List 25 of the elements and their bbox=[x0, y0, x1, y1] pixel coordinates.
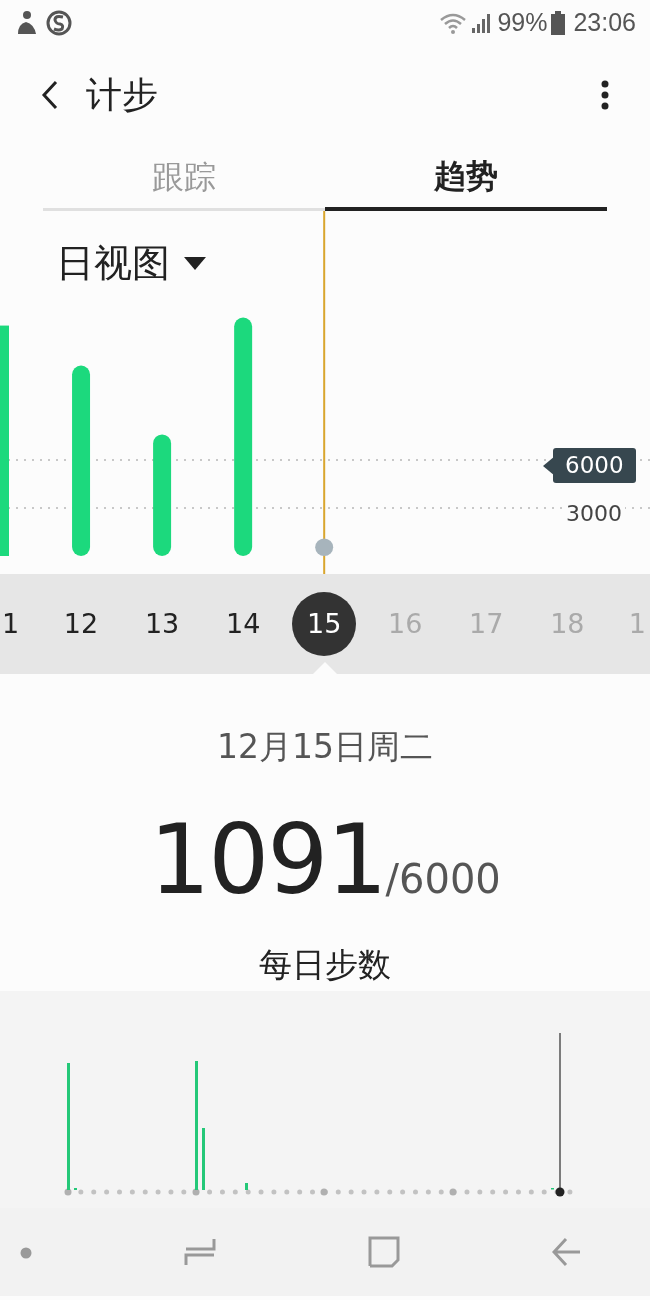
activity-bar bbox=[245, 1183, 248, 1190]
step-goal: /6000 bbox=[385, 854, 501, 904]
date-item[interactable]: 14 bbox=[211, 592, 276, 656]
page-title: 计步 bbox=[86, 73, 159, 117]
date-item[interactable]: 1 bbox=[0, 592, 22, 656]
activity-bar bbox=[202, 1128, 205, 1190]
home-button[interactable] bbox=[368, 1236, 400, 1268]
date-item[interactable]: 15 bbox=[292, 592, 357, 656]
bar bbox=[315, 538, 334, 556]
wifi-icon bbox=[439, 11, 468, 34]
date-item[interactable]: 12 bbox=[49, 592, 114, 656]
back-nav-button[interactable] bbox=[552, 1237, 582, 1267]
recent-apps-button[interactable] bbox=[184, 1237, 216, 1267]
date-heading: 12月15日周二 bbox=[217, 726, 433, 768]
step-count: 1091 bbox=[149, 802, 386, 918]
date-item[interactable]: 13 bbox=[130, 592, 195, 656]
tab[interactable]: 趋势 bbox=[325, 145, 607, 211]
clock: 23:06 bbox=[573, 6, 636, 38]
step-caption: 每日步数 bbox=[259, 943, 391, 986]
view-dropdown[interactable]: 日视图 bbox=[56, 235, 206, 292]
battery-icon bbox=[551, 10, 566, 35]
more-options-button[interactable] bbox=[600, 80, 610, 110]
sync-icon bbox=[46, 9, 72, 36]
dropdown-caret-icon bbox=[184, 256, 206, 271]
battery-percent: 99% bbox=[497, 6, 548, 38]
